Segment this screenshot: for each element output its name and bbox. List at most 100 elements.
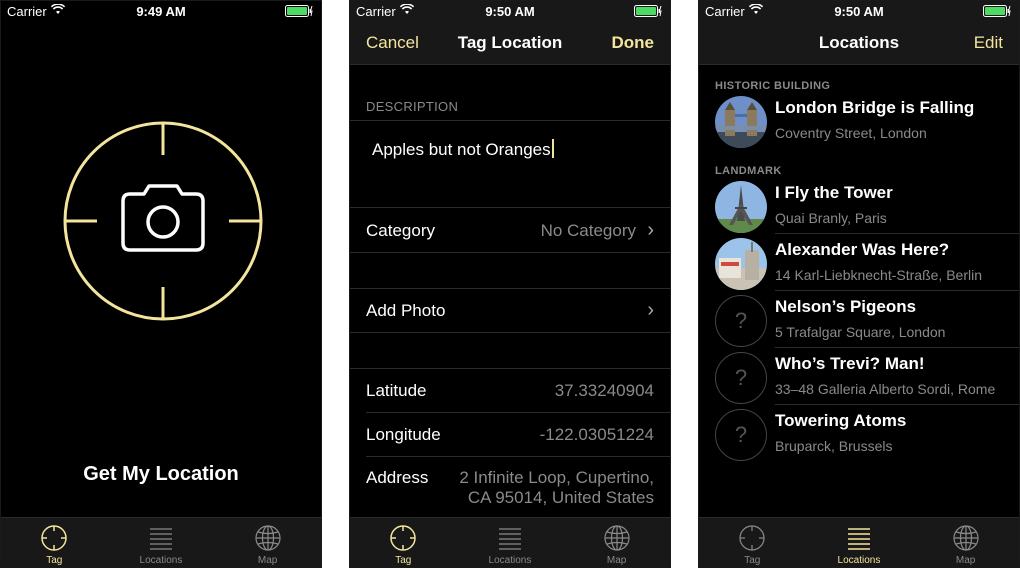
divider	[366, 412, 670, 413]
location-address: Bruparck, Brussels	[775, 438, 893, 454]
add-photo-label: Add Photo	[366, 301, 446, 320]
divider	[350, 252, 670, 253]
tag-screen: Carrier 9:49 AM Get My Location Tag Loca…	[0, 0, 322, 568]
tab-map-label: Map	[257, 555, 278, 566]
location-title: Towering Atoms	[775, 411, 907, 430]
location-address: 5 Trafalgar Square, London	[775, 324, 946, 340]
locations-screen: Carrier 9:50 AM Locations Edit HISTORIC …	[698, 0, 1020, 568]
location-address: 14 Karl-Liebknecht-Straße, Berlin	[775, 267, 982, 283]
placeholder-photo-icon: ?	[715, 295, 767, 347]
done-button[interactable]: Done	[612, 33, 655, 53]
description-header: DESCRIPTION	[366, 99, 459, 114]
location-address: Coventry Street, London	[775, 125, 927, 141]
crosshair-tab-icon	[41, 525, 68, 551]
address-line-1: 2 Infinite Loop, Cupertino,	[459, 468, 654, 487]
list-item[interactable]: ? Who’s Trevi? Man! 33–48 Galleria Alber…	[699, 348, 1019, 405]
tab-map[interactable]: Map	[563, 518, 670, 567]
tab-bar: Tag Locations Map	[1, 517, 321, 567]
latitude-label: Latitude	[366, 381, 427, 400]
location-address: 33–48 Galleria Alberto Sordi, Rome	[775, 381, 996, 397]
status-bar: Carrier 9:49 AM	[1, 1, 321, 21]
nav-bar: Cancel Tag Location Done	[350, 21, 670, 65]
tab-bar: Tag Locations Map	[350, 517, 670, 567]
longitude-value: -122.03051224	[539, 425, 654, 444]
category-label: Category	[366, 221, 435, 240]
add-photo-row[interactable]: Add Photo ›	[350, 299, 670, 325]
chevron-right-icon: ›	[647, 299, 654, 321]
divider	[350, 207, 670, 208]
tab-tag-label: Tag	[395, 555, 412, 566]
category-row[interactable]: Category No Category ›	[350, 219, 670, 245]
tab-tag[interactable]: Tag	[1, 518, 108, 567]
latitude-row: Latitude 37.33240904	[350, 381, 670, 405]
address-label: Address	[366, 468, 429, 487]
chevron-right-icon: ›	[647, 219, 654, 241]
get-location-button[interactable]: Get My Location	[1, 463, 321, 486]
list-item[interactable]: I Fly the Tower Quai Branly, Paris	[699, 177, 1019, 234]
divider	[350, 332, 670, 333]
category-value: No Category	[540, 221, 636, 240]
crosshair-tab-icon	[739, 525, 765, 551]
longitude-row: Longitude -122.03051224	[350, 425, 670, 449]
latitude-value: 37.33240904	[554, 381, 654, 400]
app-screenshots: Carrier 9:49 AM Get My Location Tag Loca…	[0, 0, 1020, 568]
address-value: 2 Infinite Loop, Cupertino, CA 95014, Un…	[459, 468, 654, 508]
status-time: 9:49 AM	[136, 4, 186, 19]
placeholder-photo-icon: ?	[715, 352, 767, 404]
description-text: Apples but not Oranges	[372, 139, 554, 160]
tab-locations-label: Locations	[139, 555, 183, 566]
text-cursor	[551, 139, 554, 158]
tab-map[interactable]: Map	[214, 518, 321, 567]
eiffel-tower-photo	[715, 181, 767, 233]
list-icon	[847, 528, 870, 550]
globe-icon	[604, 525, 630, 551]
tab-locations-label: Locations	[488, 555, 532, 566]
tab-map-label: Map	[606, 555, 627, 566]
location-title: London Bridge is Falling	[775, 98, 975, 117]
longitude-label: Longitude	[366, 425, 441, 444]
tab-map-label: Map	[955, 555, 976, 566]
divider	[350, 368, 670, 369]
location-title: Nelson’s Pigeons	[775, 297, 917, 316]
list-icon	[498, 528, 521, 550]
location-title: I Fly the Tower	[775, 183, 893, 202]
location-address: Quai Branly, Paris	[775, 210, 887, 226]
list-icon	[149, 528, 172, 550]
list-item[interactable]: Alexander Was Here? 14 Karl-Liebknecht-S…	[699, 234, 1019, 291]
tab-tag-label: Tag	[46, 555, 63, 566]
list-item[interactable]: ? Nelson’s Pigeons 5 Trafalgar Square, L…	[699, 291, 1019, 348]
tag-location-screen: Carrier 9:50 AM Cancel Tag Location Done…	[349, 0, 671, 568]
location-title: Alexander Was Here?	[775, 240, 950, 259]
page-title: Locations	[818, 33, 900, 52]
globe-icon	[953, 525, 979, 551]
location-title: Who’s Trevi? Man!	[775, 354, 925, 373]
crosshair-icon[interactable]	[61, 119, 265, 323]
placeholder-photo-icon: ?	[715, 409, 767, 461]
tab-tag-label: Tag	[744, 555, 761, 566]
address-row: Address 2 Infinite Loop, Cupertino, CA 9…	[350, 468, 670, 512]
section-header-landmark: LANDMARK	[715, 165, 782, 177]
status-time: 9:50 AM	[834, 4, 884, 19]
tab-map[interactable]: Map	[912, 518, 1019, 567]
status-bar: Carrier 9:50 AM	[350, 1, 670, 21]
camera-icon	[121, 184, 205, 252]
section-header-historic: HISTORIC BUILDING	[715, 80, 831, 92]
tab-tag[interactable]: Tag	[699, 518, 806, 567]
battery-icon	[983, 5, 1011, 17]
tab-locations[interactable]: Locations	[108, 518, 215, 567]
tab-locations[interactable]: Locations	[806, 518, 913, 567]
nav-bar: Locations Edit	[699, 21, 1019, 65]
edit-button[interactable]: Edit	[974, 33, 1003, 53]
battery-icon	[285, 5, 313, 17]
globe-icon	[255, 525, 281, 551]
tab-tag[interactable]: Tag	[350, 518, 457, 567]
tab-locations-label: Locations	[837, 555, 881, 566]
divider	[366, 456, 670, 457]
status-bar: Carrier 9:50 AM	[699, 1, 1019, 21]
tower-bridge-photo	[715, 96, 767, 148]
tab-bar: Tag Locations Map	[699, 517, 1019, 567]
list-item[interactable]: ? Towering Atoms Bruparck, Brussels	[699, 405, 1019, 462]
tab-locations[interactable]: Locations	[457, 518, 564, 567]
list-item[interactable]: London Bridge is Falling Coventry Street…	[699, 92, 1019, 149]
description-field[interactable]: Apples but not Oranges	[350, 139, 670, 199]
